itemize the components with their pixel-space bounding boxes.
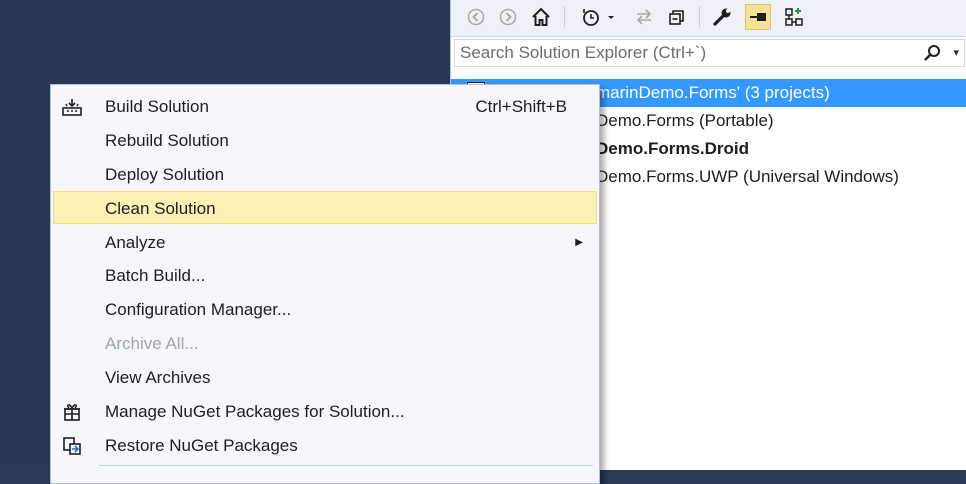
menu-item-label: Rebuild Solution	[105, 131, 229, 150]
build-icon	[62, 99, 82, 116]
menu-item-build-solution[interactable]: Build Solution Ctrl+Shift+B	[53, 90, 597, 123]
search-options-dropdown-icon[interactable]: ▾	[953, 43, 959, 63]
menu-item-configuration-manager[interactable]: Configuration Manager...	[53, 293, 597, 326]
menu-item-label: Configuration Manager...	[105, 300, 292, 319]
forward-icon[interactable]	[495, 4, 521, 30]
menu-item-view-archives[interactable]: View Archives	[53, 361, 597, 394]
menu-item-label: Build Solution	[105, 97, 209, 116]
menu-item-batch-build[interactable]: Batch Build...	[53, 259, 597, 292]
menu-item-label: Clean Solution	[105, 199, 216, 218]
menu-item-archive-all: Archive All...	[53, 327, 597, 360]
menu-item-label: Deploy Solution	[105, 165, 225, 184]
tree-item-label: Demo.Forms.Droid	[596, 139, 750, 158]
menu-item-label: Analyze	[105, 233, 166, 252]
menu-item-label: Restore NuGet Packages	[105, 436, 298, 455]
submenu-arrow-icon: ▶	[575, 237, 583, 248]
class-view-icon[interactable]	[781, 4, 807, 30]
search-icon[interactable]	[922, 43, 942, 63]
search-box[interactable]: ▾	[454, 39, 965, 67]
menu-item-rebuild-solution[interactable]: Rebuild Solution	[53, 124, 597, 157]
menu-item-analyze[interactable]: Analyze ▶	[53, 226, 597, 259]
toolbar-separator	[564, 6, 565, 28]
solution-context-menu: Build Solution Ctrl+Shift+B Rebuild Solu…	[50, 84, 600, 484]
menu-item-deploy-solution[interactable]: Deploy Solution	[53, 158, 597, 191]
home-icon[interactable]	[528, 4, 554, 30]
menu-item-shortcut: Ctrl+Shift+B	[475, 97, 567, 116]
menu-item-manage-nuget[interactable]: Manage NuGet Packages for Solution...	[53, 395, 597, 428]
pin-icon[interactable]	[745, 4, 771, 30]
solution-explorer-toolbar	[451, 0, 966, 37]
tree-item-label: Demo.Forms (Portable)	[596, 111, 774, 130]
restore-icon	[63, 437, 81, 455]
menu-item-label: Manage NuGet Packages for Solution...	[105, 402, 405, 421]
toolbar-separator	[699, 6, 700, 28]
tree-item-label: Demo.Forms.UWP (Universal Windows)	[596, 167, 899, 186]
properties-icon[interactable]	[709, 4, 735, 30]
menu-item-label: Archive All...	[105, 334, 199, 353]
menu-item-clean-solution[interactable]: Clean Solution	[53, 191, 597, 224]
tree-item-label: marinDemo.Forms' (3 projects)	[596, 83, 830, 102]
nuget-icon	[64, 404, 80, 421]
search-input[interactable]	[455, 40, 925, 66]
menu-item-label: View Archives	[105, 368, 211, 387]
history-icon[interactable]	[577, 4, 623, 30]
menu-separator	[99, 465, 593, 466]
menu-item-label: Batch Build...	[105, 266, 206, 285]
sync-icon[interactable]	[631, 4, 657, 30]
collapse-all-icon[interactable]	[664, 4, 690, 30]
back-icon[interactable]	[463, 4, 489, 30]
menu-item-restore-nuget[interactable]: Restore NuGet Packages	[53, 429, 597, 462]
